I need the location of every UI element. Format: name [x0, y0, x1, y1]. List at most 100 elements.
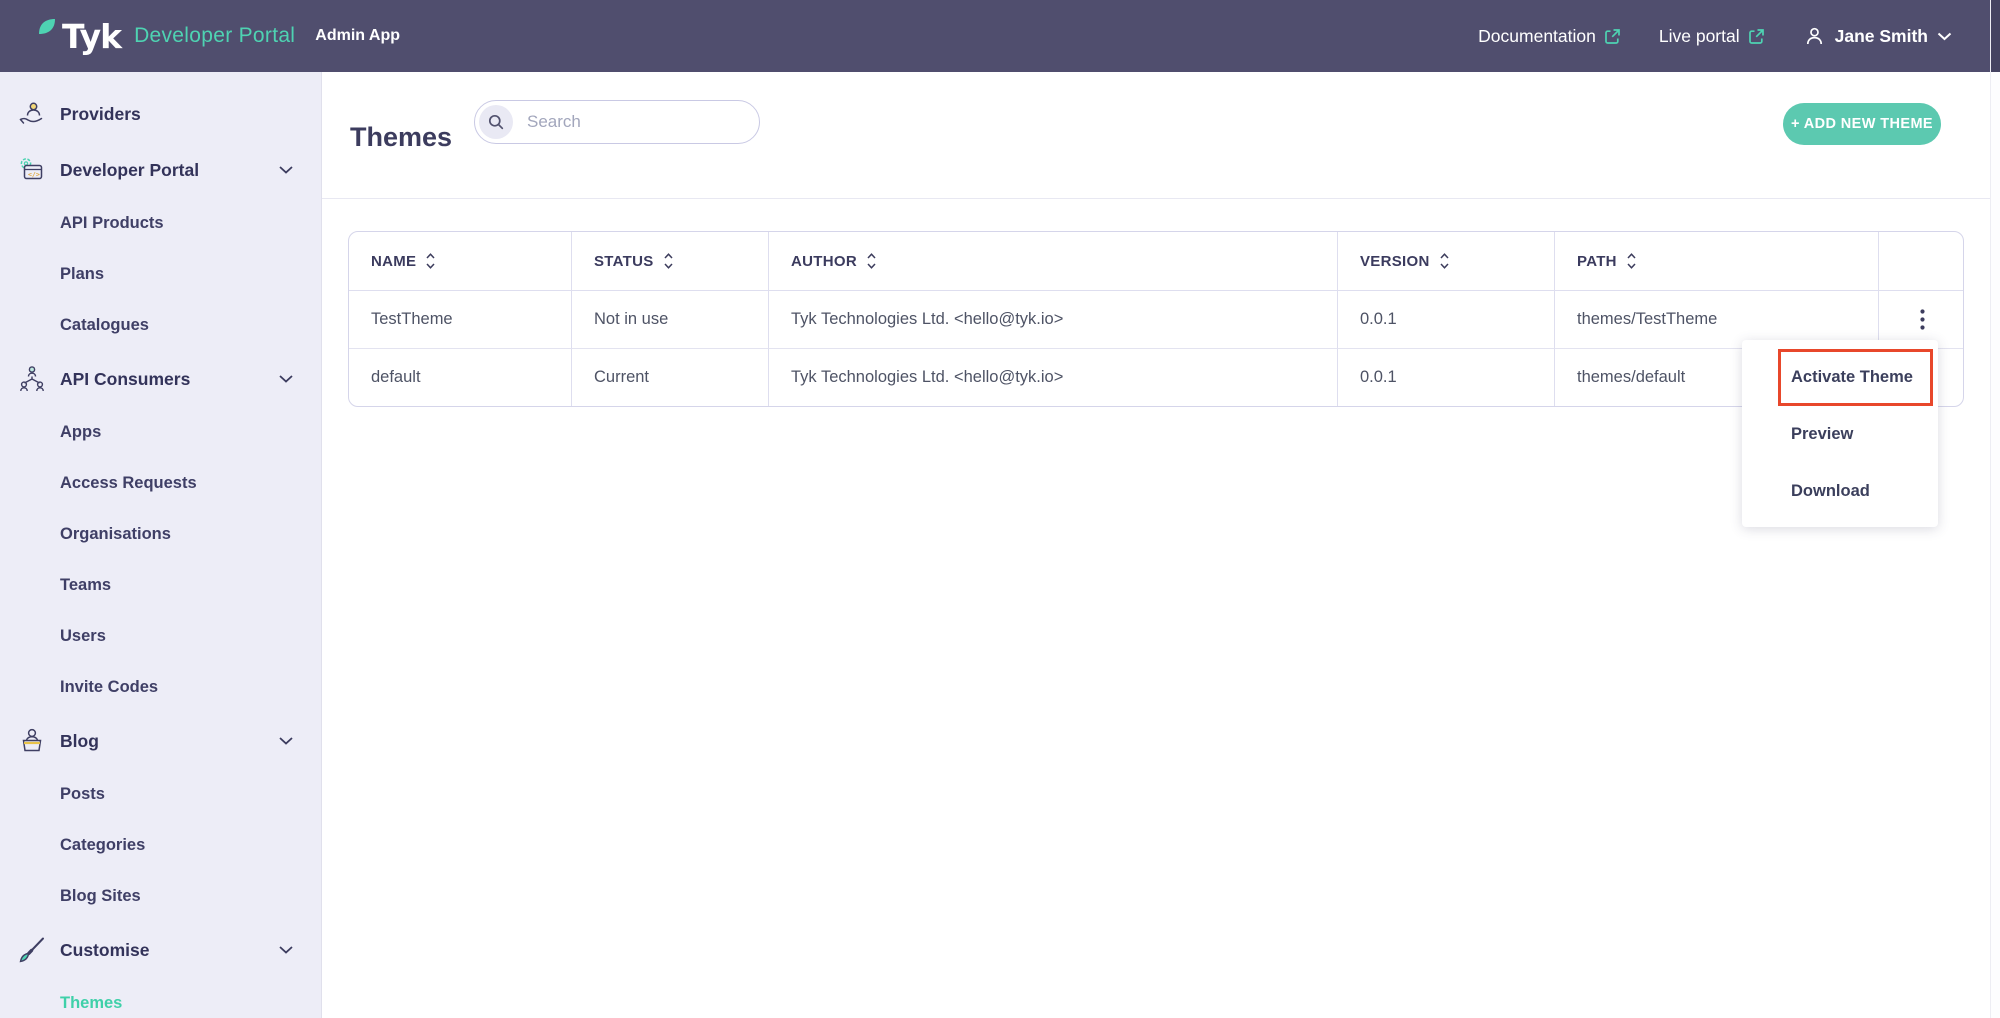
- chevron-down-icon[interactable]: [279, 946, 293, 954]
- sidebar-item-users[interactable]: Users: [0, 611, 321, 662]
- chevron-down-icon[interactable]: [279, 737, 293, 745]
- external-link-icon: [1748, 28, 1765, 45]
- sidebar-item-label: Categories: [60, 836, 145, 855]
- sidebar-item-posts[interactable]: Posts: [0, 769, 321, 820]
- sidebar-item-label: Users: [60, 627, 106, 646]
- row-actions-menu: Activate Theme Preview Download: [1742, 340, 1938, 527]
- sidebar-item-label: Apps: [60, 423, 101, 442]
- sidebar-item-blog[interactable]: Blog: [0, 713, 321, 769]
- sidebar-item-customise[interactable]: Customise: [0, 922, 321, 978]
- sort-icon[interactable]: [866, 252, 877, 270]
- sidebar-item-categories[interactable]: Categories: [0, 820, 321, 871]
- top-navigation-bar: Tyk Developer Portal Admin App Documenta…: [0, 0, 2000, 72]
- sidebar-item-label: Blog: [60, 731, 99, 752]
- page-title: Themes: [350, 122, 452, 153]
- chevron-down-icon[interactable]: [279, 166, 293, 174]
- column-header-path[interactable]: PATH: [1555, 232, 1879, 291]
- chevron-down-icon: [1937, 32, 1952, 41]
- column-header-author[interactable]: AUTHOR: [769, 232, 1338, 291]
- row-actions-kebab-icon[interactable]: [1910, 303, 1935, 336]
- sidebar-item-providers[interactable]: Providers: [0, 86, 321, 142]
- live-portal-link[interactable]: Live portal: [1659, 26, 1765, 47]
- svg-text:</>: </>: [28, 171, 40, 179]
- documentation-link-label: Documentation: [1478, 26, 1596, 47]
- sort-icon[interactable]: [1439, 252, 1450, 270]
- sidebar-item-label: Blog Sites: [60, 887, 141, 906]
- sidebar-item-organisations[interactable]: Organisations: [0, 509, 321, 560]
- user-name: Jane Smith: [1835, 26, 1928, 47]
- cell-name: TestTheme: [349, 291, 572, 349]
- sidebar-item-label: Providers: [60, 104, 141, 125]
- sort-icon[interactable]: [663, 252, 674, 270]
- cell-status: Current: [572, 349, 769, 406]
- column-header-actions: [1879, 232, 1964, 291]
- api-consumers-icon: [17, 364, 47, 394]
- cell-version: 0.0.1: [1338, 349, 1555, 406]
- customise-icon: [17, 935, 47, 965]
- sidebar-item-apps[interactable]: Apps: [0, 407, 321, 458]
- menu-item-download[interactable]: Download: [1742, 463, 1938, 520]
- sidebar-item-developer-portal[interactable]: </> Developer Portal: [0, 142, 321, 198]
- sidebar-item-label: Plans: [60, 265, 104, 284]
- sort-icon[interactable]: [425, 252, 436, 270]
- tyk-leaf-icon: [38, 18, 59, 39]
- column-header-version[interactable]: VERSION: [1338, 232, 1555, 291]
- user-icon: [1803, 25, 1826, 48]
- cell-version: 0.0.1: [1338, 291, 1555, 349]
- sidebar-navigation: Providers </> Developer Portal API Produ…: [0, 72, 322, 1018]
- chevron-down-icon[interactable]: [279, 375, 293, 383]
- sidebar-item-label: Posts: [60, 785, 105, 804]
- menu-item-activate-theme[interactable]: Activate Theme: [1742, 349, 1938, 406]
- sidebar-item-label: API Products: [60, 214, 164, 233]
- sidebar-item-label: Access Requests: [60, 474, 197, 493]
- sidebar-item-label: Organisations: [60, 525, 171, 544]
- documentation-link[interactable]: Documentation: [1478, 26, 1621, 47]
- sidebar-item-label: Catalogues: [60, 316, 149, 335]
- header-divider: [322, 198, 2000, 199]
- sort-icon[interactable]: [1626, 252, 1637, 270]
- cell-name: default: [349, 349, 572, 406]
- logo-product-name: Developer Portal: [134, 24, 295, 48]
- sidebar-item-api-products[interactable]: API Products: [0, 198, 321, 249]
- column-header-status[interactable]: STATUS: [572, 232, 769, 291]
- blog-icon: [17, 726, 47, 756]
- sidebar-item-invite-codes[interactable]: Invite Codes: [0, 662, 321, 713]
- topbar-actions: Documentation Live portal Jane Smith: [1478, 25, 1952, 48]
- add-new-theme-button[interactable]: + ADD NEW THEME: [1783, 103, 1941, 145]
- column-header-name[interactable]: NAME: [349, 232, 572, 291]
- sidebar-item-label: API Consumers: [60, 369, 190, 390]
- sidebar-item-label: Teams: [60, 576, 111, 595]
- search-input[interactable]: [525, 111, 739, 133]
- cell-author: Tyk Technologies Ltd. <hello@tyk.io>: [769, 349, 1338, 406]
- table-row: TestTheme Not in use Tyk Technologies Lt…: [349, 291, 1964, 349]
- developer-portal-icon: </>: [17, 155, 47, 185]
- menu-item-preview[interactable]: Preview: [1742, 406, 1938, 463]
- sidebar-item-label: Developer Portal: [60, 160, 199, 181]
- page-scrollbar[interactable]: [1990, 0, 2000, 1018]
- sidebar-item-label: Customise: [60, 940, 149, 961]
- live-portal-link-label: Live portal: [1659, 26, 1740, 47]
- cell-author: Tyk Technologies Ltd. <hello@tyk.io>: [769, 291, 1338, 349]
- sidebar-item-themes[interactable]: Themes: [0, 978, 321, 1018]
- search-icon: [479, 105, 513, 139]
- sidebar-item-api-consumers[interactable]: API Consumers: [0, 351, 321, 407]
- themes-table: NAME STATUS: [348, 231, 1964, 407]
- page-scrollbar-header-segment: [1991, 0, 2000, 72]
- sidebar-item-plans[interactable]: Plans: [0, 249, 321, 300]
- sidebar-item-catalogues[interactable]: Catalogues: [0, 300, 321, 351]
- sidebar-item-access-requests[interactable]: Access Requests: [0, 458, 321, 509]
- external-link-icon: [1604, 28, 1621, 45]
- table-row: default Current Tyk Technologies Ltd. <h…: [349, 349, 1964, 406]
- admin-app-window: Tyk Developer Portal Admin App Documenta…: [0, 0, 2000, 1018]
- cell-status: Not in use: [572, 291, 769, 349]
- table-header-row: NAME STATUS: [349, 232, 1964, 291]
- tyk-logo[interactable]: Tyk Developer Portal: [38, 17, 295, 56]
- providers-icon: [17, 99, 47, 129]
- sidebar-item-label: Themes: [60, 994, 122, 1013]
- sidebar-item-blog-sites[interactable]: Blog Sites: [0, 871, 321, 922]
- search-bar[interactable]: [474, 100, 760, 144]
- sidebar-item-teams[interactable]: Teams: [0, 560, 321, 611]
- logo-wordmark: Tyk: [62, 17, 121, 56]
- user-menu[interactable]: Jane Smith: [1803, 25, 1952, 48]
- admin-app-label: Admin App: [315, 27, 400, 45]
